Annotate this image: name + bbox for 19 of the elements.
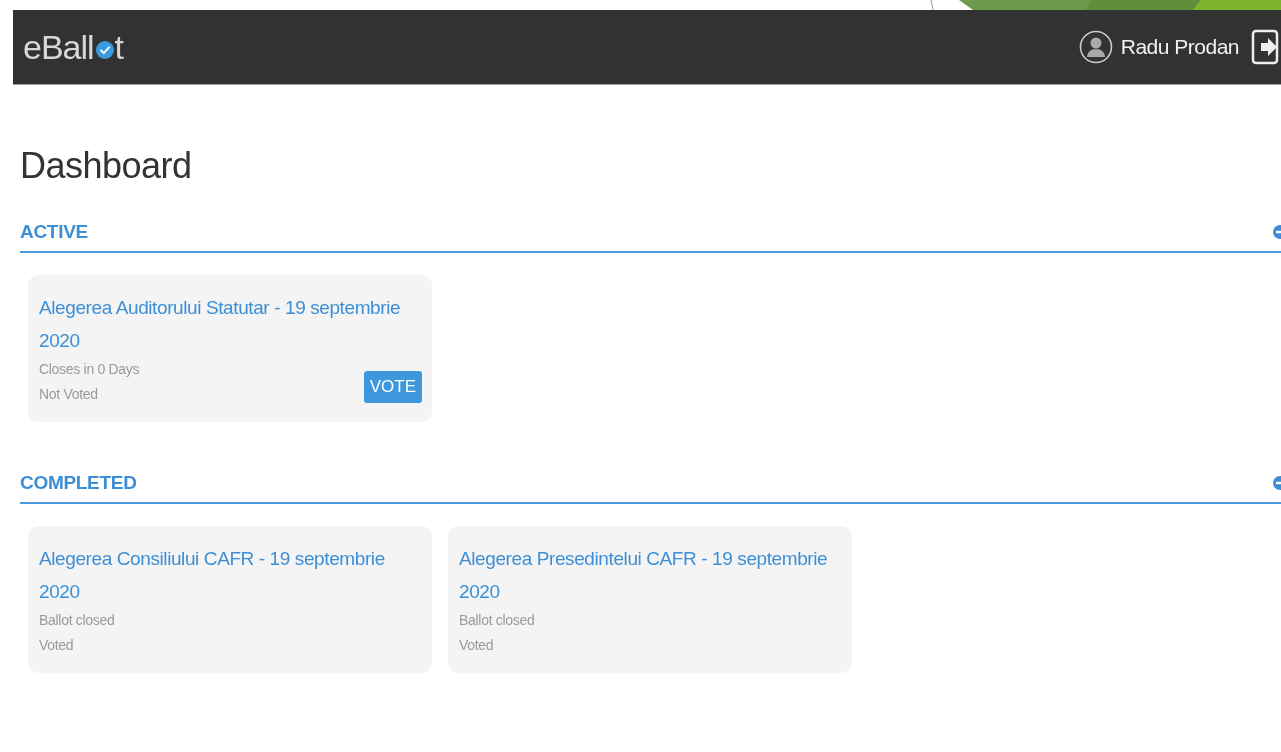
- ballot-title-link[interactable]: Alegerea Presedintelui CAFR - 19 septembrie 2020: [459, 542, 842, 608]
- page-title: Dashboard: [20, 145, 193, 188]
- logout-icon[interactable]: [1251, 29, 1281, 65]
- ballot-status: Ballot closed: [39, 611, 115, 630]
- logo-text: t: [114, 27, 124, 67]
- section-title: COMPLETED: [20, 472, 137, 494]
- vote-button[interactable]: VOTE: [363, 371, 422, 403]
- ballot-title-link[interactable]: Alegerea Auditorului Statutar - 19 septembrie 2020: [39, 291, 422, 357]
- section-title: ACTIVE: [20, 221, 88, 243]
- vote-status: Not Voted: [39, 385, 99, 404]
- ballot-status: Ballot closed: [459, 611, 535, 630]
- vote-status: Voted: [39, 636, 75, 655]
- ballot-status: Closes in 0 Days: [39, 360, 140, 379]
- vote-status: Voted: [459, 636, 495, 655]
- ballot-title-link[interactable]: Alegerea Consiliului CAFR - 19 septembrie 2020: [39, 542, 422, 608]
- user-name[interactable]: Radu Prodan: [1120, 35, 1239, 59]
- user-avatar-icon[interactable]: [1078, 30, 1113, 64]
- check-circle-icon: [94, 40, 115, 60]
- logo-text: eBall: [23, 27, 94, 67]
